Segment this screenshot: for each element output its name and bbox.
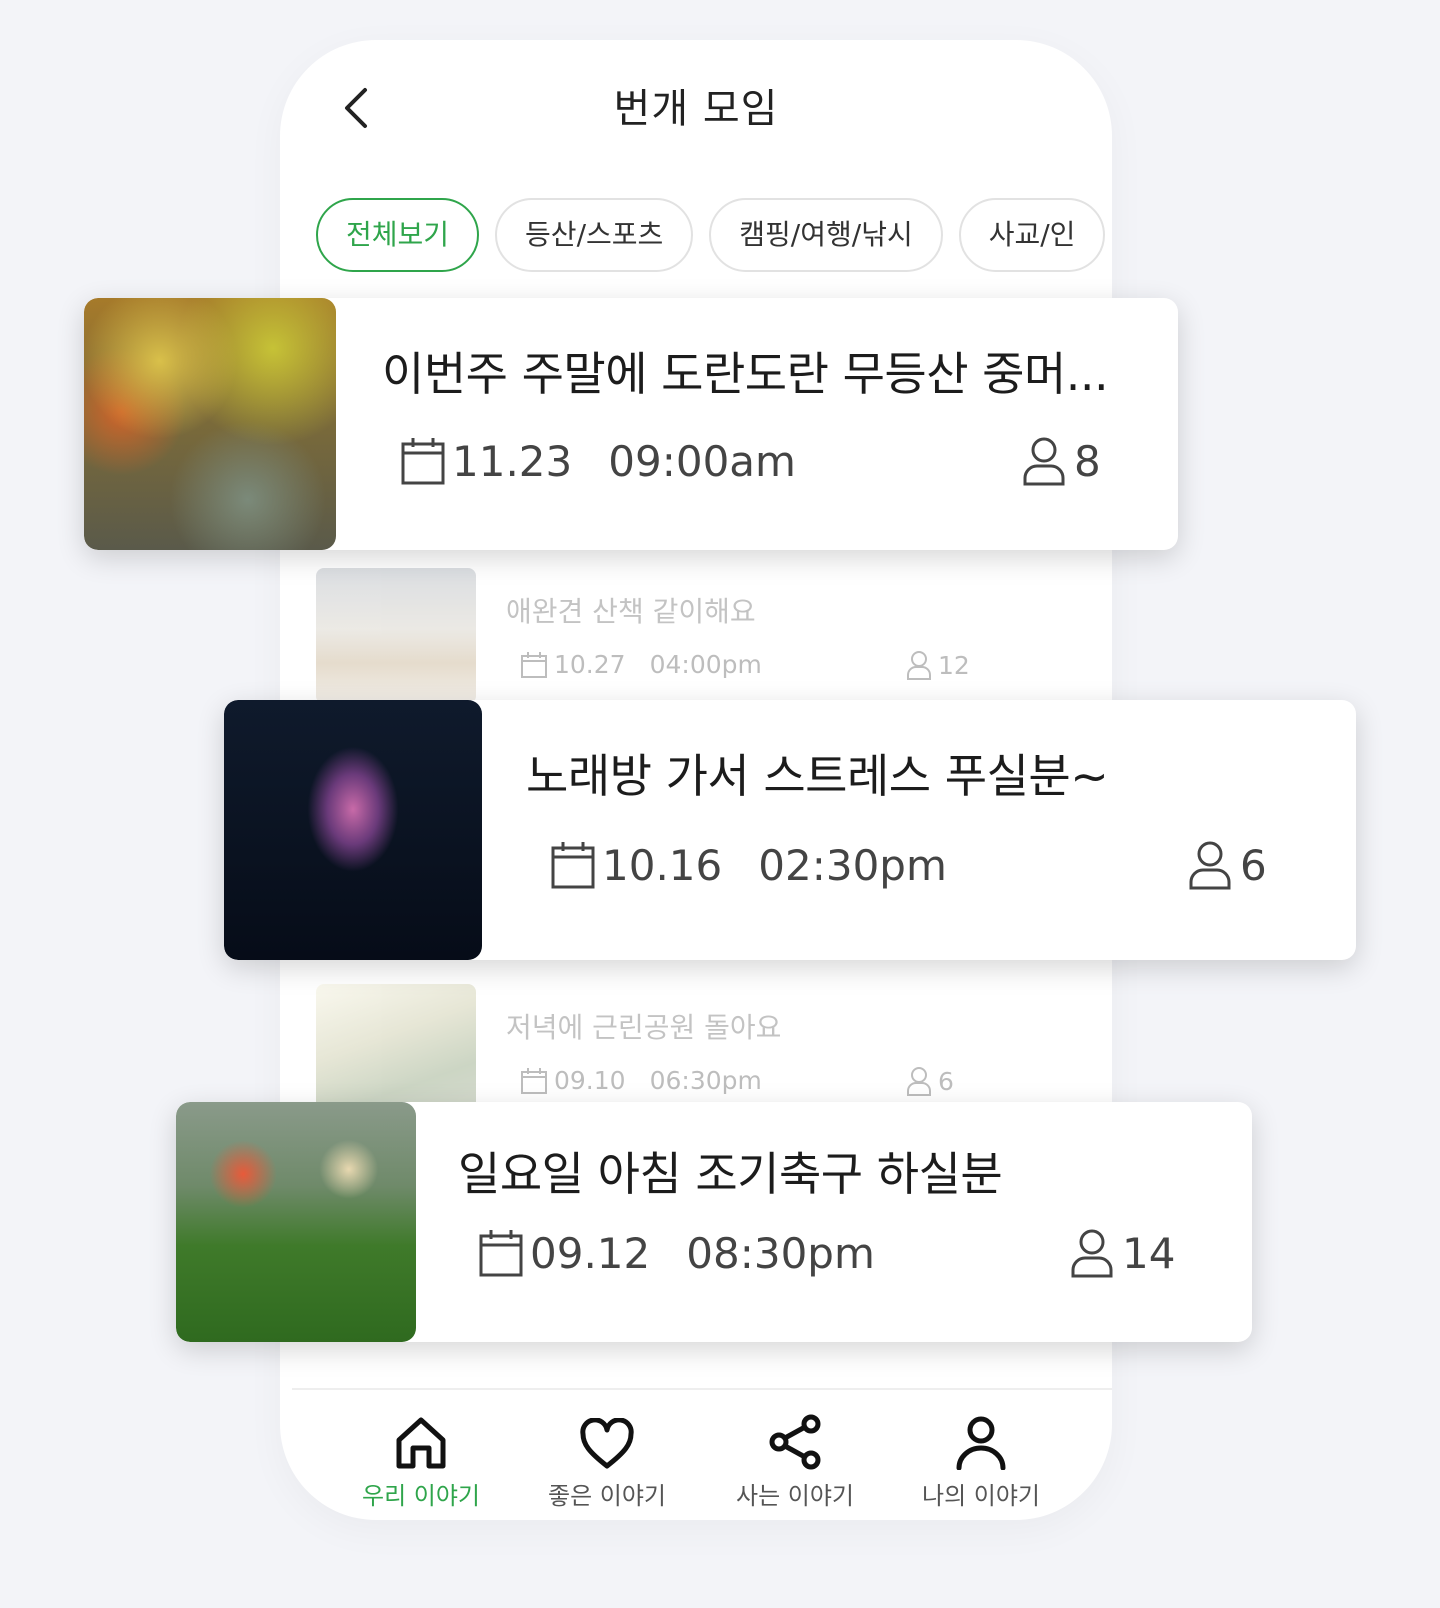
user-icon bbox=[956, 1416, 1006, 1470]
autumn-forest-thumbnail bbox=[84, 298, 336, 550]
tab-life-story[interactable]: 사는 이야기 bbox=[700, 1400, 890, 1511]
card-people-count: 6 bbox=[1240, 840, 1267, 890]
card-time: 08:30pm bbox=[686, 1228, 875, 1278]
card-date: 09.12 bbox=[530, 1228, 651, 1278]
list-item[interactable]: 애완견 산책 같이해요 10.27 04:00pm 12 bbox=[316, 568, 1036, 704]
person-icon bbox=[907, 1067, 931, 1096]
person-icon bbox=[1023, 437, 1065, 486]
tab-label: 좋은 이야기 bbox=[547, 1482, 667, 1510]
featured-card[interactable]: 노래방 가서 스트레스 푸실분~ 10.16 02:30pm 6 bbox=[224, 700, 1356, 960]
featured-card[interactable]: 일요일 아침 조기축구 하실분 09.12 08:30pm 14 bbox=[176, 1102, 1252, 1342]
item-title: 저녁에 근린공원 돌아요 bbox=[506, 1011, 782, 1044]
filter-chips: 전체보기 등산/스포츠 캠핑/여행/낚시 사교/인 bbox=[316, 198, 1112, 274]
card-time: 09:00am bbox=[608, 436, 796, 486]
card-people-count: 14 bbox=[1122, 1228, 1176, 1278]
tab-label: 우리 이야기 bbox=[361, 1482, 481, 1510]
item-time: 06:30pm bbox=[649, 1066, 762, 1095]
calendar-icon bbox=[479, 1230, 523, 1277]
home-icon bbox=[396, 1417, 446, 1469]
microphone-thumbnail bbox=[224, 700, 482, 960]
heart-icon bbox=[580, 1418, 634, 1469]
calendar-icon bbox=[521, 1067, 547, 1094]
card-participants: 6 bbox=[1188, 840, 1267, 890]
tab-label: 나의 이야기 bbox=[921, 1482, 1041, 1510]
item-time: 04:00pm bbox=[649, 650, 762, 679]
calendar-icon bbox=[401, 438, 445, 485]
park-walk-thumbnail bbox=[316, 984, 476, 1120]
tab-bar-divider bbox=[292, 1388, 1112, 1390]
item-people-count: 12 bbox=[938, 650, 970, 680]
item-date: 09.10 bbox=[554, 1066, 626, 1095]
card-participants: 14 bbox=[1070, 1228, 1175, 1278]
card-people-count: 8 bbox=[1074, 436, 1101, 486]
filter-chip-hiking-sports[interactable]: 등산/스포츠 bbox=[495, 198, 694, 272]
card-title: 일요일 아침 조기축구 하실분 bbox=[458, 1147, 1003, 1201]
card-date: 11.23 bbox=[452, 436, 573, 486]
person-icon bbox=[1189, 841, 1231, 890]
item-people-count: 6 bbox=[938, 1066, 954, 1096]
card-datetime: 11.23 09:00am bbox=[400, 436, 796, 486]
item-participants: 12 bbox=[906, 650, 970, 680]
featured-card[interactable]: 이번주 주말에 도란도란 무등산 중머... 11.23 09:00am 8 bbox=[84, 298, 1178, 550]
item-date: 10.27 bbox=[554, 650, 626, 679]
card-participants: 8 bbox=[1022, 436, 1101, 486]
soccer-thumbnail bbox=[176, 1102, 416, 1342]
dog-walk-thumbnail bbox=[316, 568, 476, 704]
filter-chip-all[interactable]: 전체보기 bbox=[316, 198, 480, 272]
filter-chip-camping-travel-fishing[interactable]: 캠핑/여행/낚시 bbox=[709, 198, 943, 272]
filter-chip-social[interactable]: 사교/인 bbox=[958, 198, 1106, 272]
calendar-icon bbox=[521, 651, 547, 678]
item-datetime: 10.27 04:00pm bbox=[520, 650, 762, 679]
tab-label: 사는 이야기 bbox=[735, 1482, 855, 1510]
card-time: 02:30pm bbox=[758, 840, 947, 890]
card-datetime: 09.12 08:30pm bbox=[478, 1228, 875, 1278]
item-title: 애완견 산책 같이해요 bbox=[506, 595, 756, 628]
card-date: 10.16 bbox=[602, 840, 723, 890]
share-icon bbox=[769, 1414, 821, 1470]
tab-good-story[interactable]: 좋은 이야기 bbox=[512, 1400, 702, 1511]
card-datetime: 10.16 02:30pm bbox=[550, 840, 947, 890]
card-title: 노래방 가서 스트레스 푸실분~ bbox=[526, 749, 1109, 803]
list-item[interactable]: 저녁에 근린공원 돌아요 09.10 06:30pm 6 bbox=[316, 984, 1036, 1120]
page-title: 번개 모임 bbox=[613, 86, 779, 132]
calendar-icon bbox=[551, 842, 595, 889]
card-title: 이번주 주말에 도란도란 무등산 중머... bbox=[382, 347, 1109, 401]
item-participants: 6 bbox=[906, 1066, 954, 1096]
item-datetime: 09.10 06:30pm bbox=[520, 1066, 762, 1095]
person-icon bbox=[907, 651, 931, 680]
tab-our-story[interactable]: 우리 이야기 bbox=[326, 1400, 516, 1511]
tab-my-story[interactable]: 나의 이야기 bbox=[886, 1400, 1076, 1511]
person-icon bbox=[1071, 1229, 1113, 1278]
